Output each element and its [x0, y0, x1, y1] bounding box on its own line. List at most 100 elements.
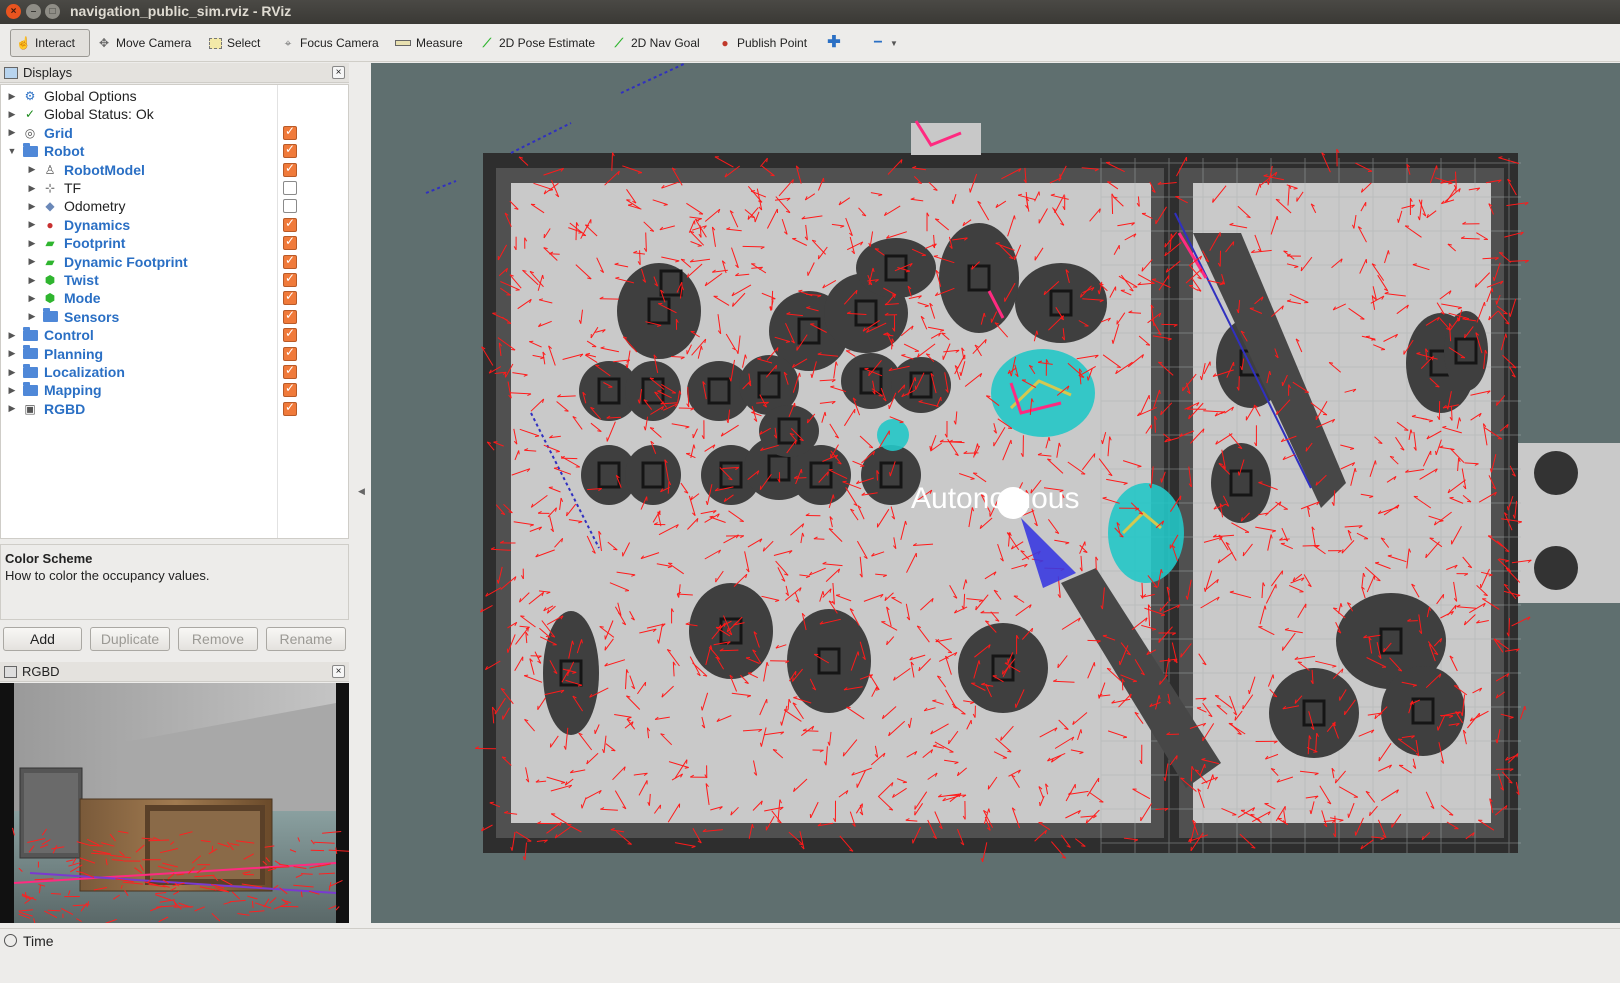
display-enabled-checkbox[interactable]	[283, 345, 297, 361]
display-item-twist[interactable]: ▶ ⬢ Twist	[1, 271, 348, 289]
display-item-global-options[interactable]: ▶ ⚙ Global Options	[1, 87, 348, 105]
3d-viewport[interactable]: Autonomous	[371, 63, 1620, 923]
expand-right-icon[interactable]: ▶	[7, 91, 17, 102]
display-enabled-checkbox[interactable]	[283, 234, 297, 251]
measure-tool-button[interactable]: Measure	[390, 29, 468, 57]
expand-right-icon[interactable]: ▶	[27, 238, 37, 249]
display-item-footprint[interactable]: ▶ ▰ Footprint	[1, 234, 348, 252]
expand-right-icon[interactable]: ▶	[27, 275, 37, 286]
display-enabled-checkbox[interactable]	[283, 271, 297, 287]
expand-right-icon[interactable]: ▶	[7, 348, 17, 359]
display-item-mode[interactable]: ▶ ⬢ Mode	[1, 289, 348, 307]
interact-tool-button[interactable]: ☝ Interact	[10, 29, 90, 57]
remove-button[interactable]: Remove	[178, 627, 258, 651]
remove-tool-icon: −	[873, 34, 883, 51]
display-enabled-checkbox[interactable]	[283, 363, 297, 379]
focus-camera-tool-button[interactable]: ⌖ Focus Camera	[276, 29, 384, 57]
display-item-robot[interactable]: ▼ Robot	[1, 142, 348, 160]
expand-right-icon[interactable]: ▶	[27, 183, 37, 194]
expand-right-icon[interactable]: ▶	[7, 403, 17, 414]
display-item-grid[interactable]: ▶ ◎ Grid	[1, 124, 348, 142]
rgbd-panel-title: RGBD	[22, 664, 60, 679]
display-item-odometry[interactable]: ▶ ◆ Odometry	[1, 197, 348, 215]
display-item-label: Mode	[64, 290, 101, 307]
display-enabled-checkbox[interactable]	[283, 216, 297, 232]
display-item-global-status-ok[interactable]: ▶ ✓ Global Status: Ok	[1, 105, 348, 123]
display-enabled-checkbox[interactable]	[283, 326, 297, 343]
marker-icon: ⬢	[44, 291, 56, 306]
tool-toolbar: ☝ Interact ✥ Move Camera Select ⌖ Focus …	[0, 24, 1620, 62]
expand-right-icon[interactable]: ▶	[27, 219, 37, 230]
expand-right-icon[interactable]: ▶	[27, 311, 37, 322]
expand-right-icon[interactable]: ▶	[27, 293, 37, 304]
remove-tool-button[interactable]: − ▼	[866, 29, 903, 57]
tool-label: Move Camera	[116, 36, 192, 50]
expand-right-icon[interactable]: ▶	[7, 330, 17, 341]
display-item-dynamics[interactable]: ▶ ● Dynamics	[1, 216, 348, 234]
displays-icon	[4, 66, 18, 79]
select-tool-button[interactable]: Select	[204, 29, 265, 57]
tool-label: Publish Point	[737, 36, 808, 50]
add-tool-icon: ✚	[827, 34, 841, 51]
folder-icon	[22, 381, 38, 397]
expand-right-icon[interactable]: ▶	[7, 385, 17, 396]
rgbd-camera-image	[0, 683, 349, 923]
display-item-label: Sensors	[64, 308, 120, 325]
display-item-label: Mapping	[44, 382, 102, 399]
publish-point-tool-button[interactable]: ● Publish Point	[713, 29, 812, 57]
minimize-window-button[interactable]: –	[26, 4, 41, 19]
display-item-localization[interactable]: ▶ Localization	[1, 363, 348, 381]
focus-target-icon: ⌖	[284, 36, 292, 50]
display-item-planning[interactable]: ▶ Planning	[1, 345, 348, 363]
display-item-rgbd[interactable]: ▶ ▣ RGBD	[1, 400, 348, 418]
display-item-sensors[interactable]: ▶ Sensors	[1, 308, 348, 326]
expand-right-icon[interactable]: ▶	[27, 164, 37, 175]
close-panel-button[interactable]: ×	[332, 665, 345, 678]
add-button[interactable]: Add	[3, 627, 82, 651]
tool-label: Measure	[416, 36, 463, 50]
display-item-control[interactable]: ▶ Control	[1, 326, 348, 344]
maximize-window-button[interactable]: □	[45, 4, 60, 19]
display-enabled-checkbox[interactable]	[283, 253, 297, 269]
expand-right-icon[interactable]: ▶	[27, 256, 37, 267]
pose-estimate-tool-button[interactable]: ⟋ 2D Pose Estimate	[475, 29, 600, 57]
display-item-label: TF	[64, 180, 82, 196]
display-item-robotmodel[interactable]: ▶ ♙ RobotModel	[1, 161, 348, 179]
expand-right-icon[interactable]: ▶	[7, 109, 17, 120]
map-render[interactable]: Autonomous	[371, 63, 1620, 923]
display-enabled-checkbox[interactable]	[283, 142, 297, 159]
display-enabled-checkbox[interactable]	[283, 289, 297, 306]
close-panel-button[interactable]: ×	[332, 66, 345, 79]
display-item-label: Odometry	[64, 198, 126, 215]
folder-icon	[22, 142, 38, 158]
expand-down-icon[interactable]: ▼	[7, 146, 17, 156]
display-item-dynamic-footprint[interactable]: ▶ ▰ Dynamic Footprint	[1, 253, 348, 271]
polygon-icon: ▰	[45, 254, 55, 269]
display-enabled-checkbox[interactable]	[283, 381, 297, 398]
close-window-button[interactable]: ×	[6, 4, 21, 19]
display-enabled-checkbox[interactable]	[283, 400, 297, 416]
panel-splitter[interactable]: ◀	[352, 62, 370, 924]
display-item-mapping[interactable]: ▶ Mapping	[1, 381, 348, 399]
duplicate-button[interactable]: Duplicate	[90, 627, 170, 651]
display-enabled-checkbox[interactable]	[283, 308, 297, 324]
display-enabled-checkbox[interactable]	[283, 124, 297, 140]
expand-right-icon[interactable]: ▶	[7, 127, 17, 138]
display-enabled-checkbox[interactable]	[283, 181, 297, 195]
move-camera-tool-button[interactable]: ✥ Move Camera	[92, 29, 196, 57]
display-item-label: RGBD	[44, 400, 86, 417]
expand-right-icon[interactable]: ▶	[27, 201, 37, 212]
description-text: How to color the occupancy values.	[5, 568, 210, 583]
display-enabled-checkbox[interactable]	[283, 161, 297, 177]
robot-model-icon: ♙	[44, 162, 56, 177]
grid-icon: ◎	[24, 125, 36, 140]
display-item-tf[interactable]: ▶ ⊹ TF	[1, 179, 348, 197]
nav-goal-tool-button[interactable]: ⟋ 2D Nav Goal	[607, 29, 705, 57]
add-tool-button[interactable]: ✚	[822, 29, 846, 57]
hand-cursor-icon: ☝	[16, 36, 31, 50]
display-enabled-checkbox[interactable]	[283, 199, 297, 214]
odometry-icon: ◆	[45, 199, 55, 214]
rename-button[interactable]: Rename	[266, 627, 346, 651]
collapse-arrow-icon: ◀	[358, 486, 365, 496]
expand-right-icon[interactable]: ▶	[7, 367, 17, 378]
